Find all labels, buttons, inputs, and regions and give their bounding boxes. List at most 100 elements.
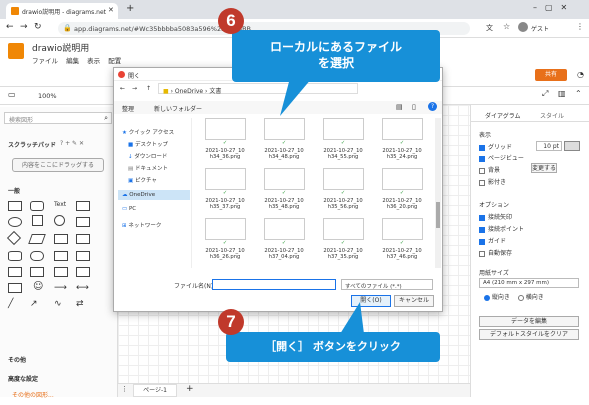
- document-shape[interactable]: [54, 251, 68, 261]
- general-header[interactable]: 一般: [8, 186, 20, 195]
- filename-input[interactable]: [212, 279, 336, 290]
- nav-downloads[interactable]: ↓ ダウンロード: [128, 152, 167, 160]
- organize-menu[interactable]: 整理: [122, 104, 134, 113]
- shape-search-input[interactable]: 検索図形 ⌕: [4, 112, 112, 124]
- nav-quick-access[interactable]: ★ クイック アクセス: [122, 128, 174, 136]
- add-page-icon[interactable]: +: [186, 384, 194, 394]
- preview-pane-icon[interactable]: ▯: [412, 103, 416, 111]
- link-shape[interactable]: ⇄: [76, 299, 84, 309]
- autosave-option[interactable]: 自動保存: [479, 248, 512, 257]
- connector-shape[interactable]: ↗: [30, 299, 38, 309]
- file-item[interactable]: ✓ 2021-10-27_10 h35_48.png: [257, 168, 311, 214]
- grid-size-input[interactable]: 10 pt: [536, 141, 562, 151]
- drop-here-button[interactable]: 内容をここにドラッグする: [12, 158, 104, 172]
- file-item[interactable]: ✓ 2021-10-27_10 h37_46.png: [375, 218, 429, 264]
- guest-avatar[interactable]: [518, 22, 528, 32]
- ellipse-shape[interactable]: [8, 217, 22, 227]
- view-options-icon[interactable]: ▤: [396, 103, 403, 111]
- user-icon[interactable]: ◔: [577, 70, 584, 79]
- window-controls[interactable]: –▢✕: [533, 3, 575, 12]
- star-icon[interactable]: ☆: [503, 22, 510, 31]
- shadow-checkbox[interactable]: [479, 179, 485, 186]
- menu-view[interactable]: 表示: [87, 57, 100, 65]
- panel-toggle-icon[interactable]: ▭: [8, 90, 16, 99]
- grid-option[interactable]: グリッド: [479, 142, 512, 151]
- card-shape[interactable]: [8, 283, 22, 293]
- note-shape[interactable]: [76, 267, 90, 277]
- circle-shape[interactable]: [54, 215, 65, 226]
- textbox-shape[interactable]: [76, 201, 90, 211]
- connection-arrows-checkbox[interactable]: [479, 214, 485, 221]
- trapezoid-shape[interactable]: [54, 267, 68, 277]
- edit-data-button[interactable]: データを編集: [479, 316, 579, 327]
- dialog-scrollbar[interactable]: [435, 118, 441, 268]
- hexagon-shape[interactable]: [54, 234, 68, 244]
- menu-file[interactable]: ファイル: [32, 57, 58, 65]
- background-option[interactable]: 背景: [479, 165, 500, 174]
- guides-option[interactable]: ガイド: [479, 236, 506, 245]
- menu-arrange[interactable]: 配置: [108, 57, 121, 65]
- diamond-shape[interactable]: [6, 230, 22, 246]
- nav-network[interactable]: ⊞ ネットワーク: [122, 221, 161, 229]
- forward-icon[interactable]: →: [20, 22, 28, 32]
- nav-documents[interactable]: ▤ ドキュメント: [128, 164, 168, 172]
- file-item[interactable]: ✓ 2021-10-27_10 h34_48.png: [257, 118, 311, 164]
- page-tab[interactable]: ページ-1: [133, 384, 177, 397]
- page-menu-icon[interactable]: ⋮: [121, 385, 128, 393]
- arrow-shape[interactable]: ⟶: [54, 283, 67, 293]
- menu-edit[interactable]: 編集: [66, 57, 79, 65]
- document-title[interactable]: drawio説明用: [32, 41, 89, 54]
- fullscreen-icon[interactable]: ⤢: [542, 89, 548, 99]
- page-view-checkbox[interactable]: [479, 155, 485, 162]
- menu-icon[interactable]: ⋮: [576, 22, 584, 31]
- guides-checkbox[interactable]: [479, 238, 485, 245]
- rounded-rect-shape[interactable]: [30, 201, 44, 211]
- file-item[interactable]: ✓ 2021-10-27_10 h35_56.png: [316, 168, 370, 214]
- breadcrumb-onedrive[interactable]: OneDrive: [175, 88, 203, 95]
- nav-forward-icon[interactable]: →: [132, 85, 137, 92]
- landscape-radio[interactable]: [517, 294, 524, 301]
- file-item[interactable]: ✓ 2021-10-27_10 h34_36.png: [198, 118, 252, 164]
- scratchpad-actions[interactable]: ? + ✎ ✕: [60, 140, 84, 147]
- file-item[interactable]: ✓ 2021-10-27_10 h35_24.png: [375, 118, 429, 164]
- others-header[interactable]: その他: [8, 355, 26, 364]
- nav-up-icon[interactable]: ↑: [146, 85, 151, 92]
- parallelogram-shape[interactable]: [28, 234, 46, 244]
- connection-points-option[interactable]: 接続ポイント: [479, 224, 524, 233]
- double-arrow-shape[interactable]: ⟷: [76, 283, 89, 293]
- collapse-icon[interactable]: ⌃: [575, 89, 582, 98]
- process-shape[interactable]: [76, 217, 90, 227]
- breadcrumb-documents[interactable]: 文書: [209, 88, 221, 95]
- translate-icon[interactable]: 文: [486, 23, 493, 33]
- text-shape[interactable]: Text: [54, 201, 66, 208]
- change-background-button[interactable]: 変更する: [531, 163, 557, 173]
- cloud-shape[interactable]: [30, 251, 44, 261]
- nav-desktop[interactable]: ■ デスクトップ: [128, 140, 168, 148]
- advanced-header[interactable]: 高度な設定: [8, 374, 38, 383]
- tab-close-icon[interactable]: ✕: [108, 6, 114, 14]
- file-item[interactable]: ✓ 2021-10-27_10 h35_37.png: [198, 168, 252, 214]
- file-item[interactable]: ✓ 2021-10-27_10 h34_55.png: [316, 118, 370, 164]
- new-folder-button[interactable]: 新しいフォルダー: [154, 104, 202, 113]
- help-icon[interactable]: ?: [428, 102, 437, 111]
- nav-pc[interactable]: ▭ PC: [122, 206, 136, 212]
- nav-onedrive[interactable]: ☁ OneDrive: [118, 190, 190, 200]
- scrollbar-thumb[interactable]: [436, 202, 440, 228]
- connection-arrows-option[interactable]: 接続矢印: [479, 212, 512, 221]
- nav-pictures[interactable]: ▣ ピクチャ: [128, 176, 157, 184]
- clear-default-style-button[interactable]: デフォルトスタイルをクリア: [479, 329, 579, 340]
- paper-size-select[interactable]: A4 (210 mm x 297 mm): [479, 278, 579, 288]
- actor-icon[interactable]: ☺: [33, 281, 43, 292]
- cancel-button[interactable]: キャンセル: [394, 295, 434, 307]
- more-shapes-link[interactable]: その他の図形...: [12, 390, 54, 399]
- cube-shape[interactable]: [76, 251, 90, 261]
- line-shape[interactable]: ╱: [8, 299, 13, 309]
- square-shape[interactable]: [32, 215, 43, 226]
- file-item[interactable]: ✓ 2021-10-27_10 h37_35.png: [316, 218, 370, 264]
- tape-shape[interactable]: [30, 267, 44, 277]
- background-checkbox[interactable]: [479, 167, 485, 174]
- format-panel-icon[interactable]: ▥: [558, 89, 566, 98]
- grid-checkbox[interactable]: [479, 144, 485, 151]
- back-icon[interactable]: ←: [6, 22, 14, 32]
- browser-tab[interactable]: drawio説明用 - diagrams.net ✕: [6, 3, 118, 19]
